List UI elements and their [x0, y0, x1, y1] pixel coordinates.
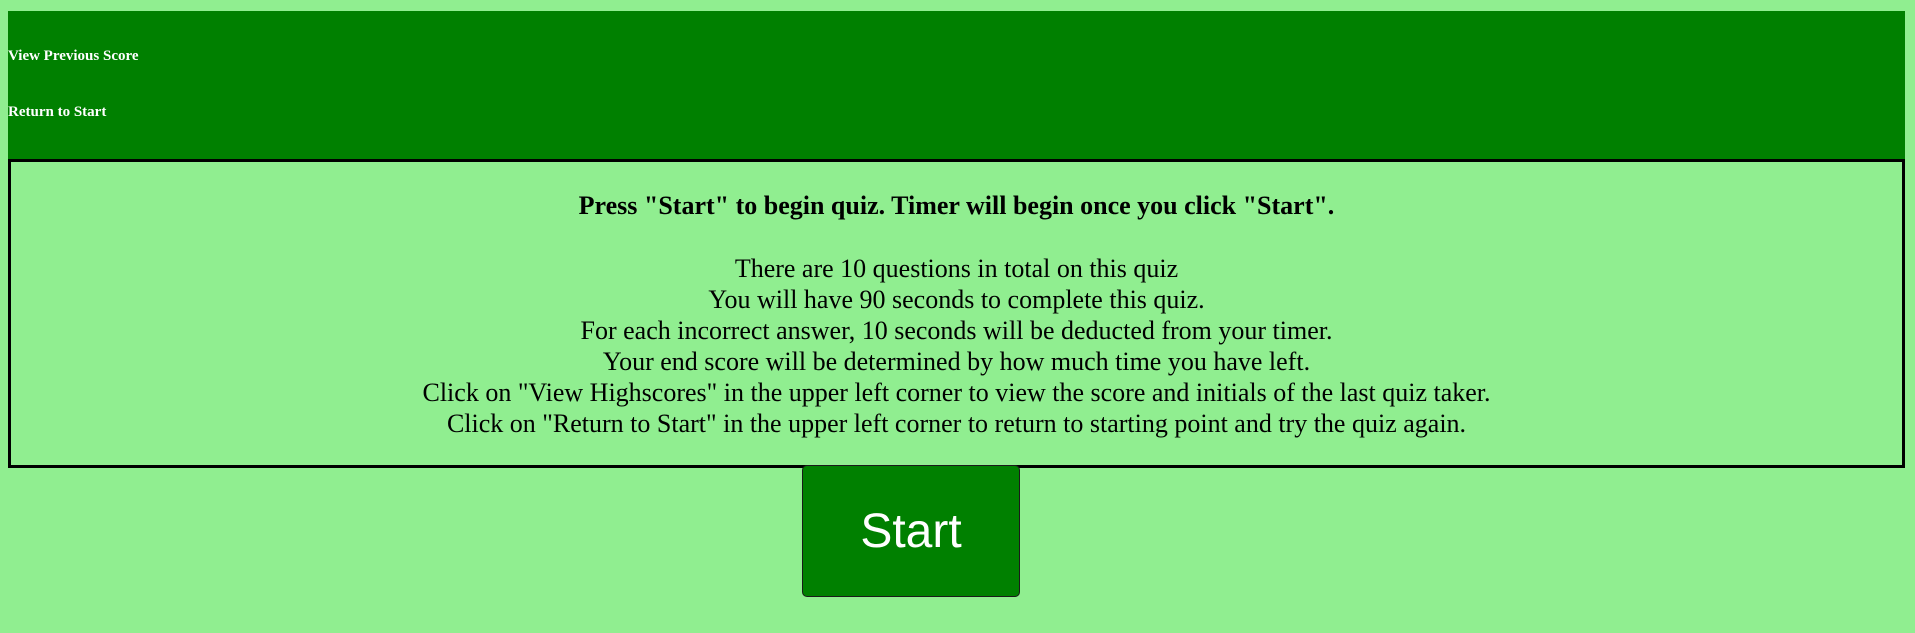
start-button[interactable]: Start	[802, 465, 1020, 597]
instructions-panel: Press "Start" to begin quiz. Timer will …	[8, 159, 1905, 468]
view-previous-score-link[interactable]: View Previous Score	[8, 48, 139, 65]
instructions-heading: Press "Start" to begin quiz. Timer will …	[578, 191, 1335, 220]
instruction-line: Click on "Return to Start" in the upper …	[446, 409, 1467, 438]
instruction-line: For each incorrect answer, 10 seconds wi…	[580, 316, 1333, 345]
instructions-list: There are 10 questions in total on this …	[11, 253, 1902, 439]
instruction-line: Your end score will be determined by how…	[602, 347, 1311, 376]
return-to-start-link[interactable]: Return to Start	[8, 104, 106, 121]
instruction-line: You will have 90 seconds to complete thi…	[708, 285, 1205, 314]
instruction-line: Click on "View Highscores" in the upper …	[422, 378, 1491, 407]
instruction-line: There are 10 questions in total on this …	[734, 254, 1179, 283]
header-bar: View Previous Score Return to Start	[8, 11, 1905, 160]
